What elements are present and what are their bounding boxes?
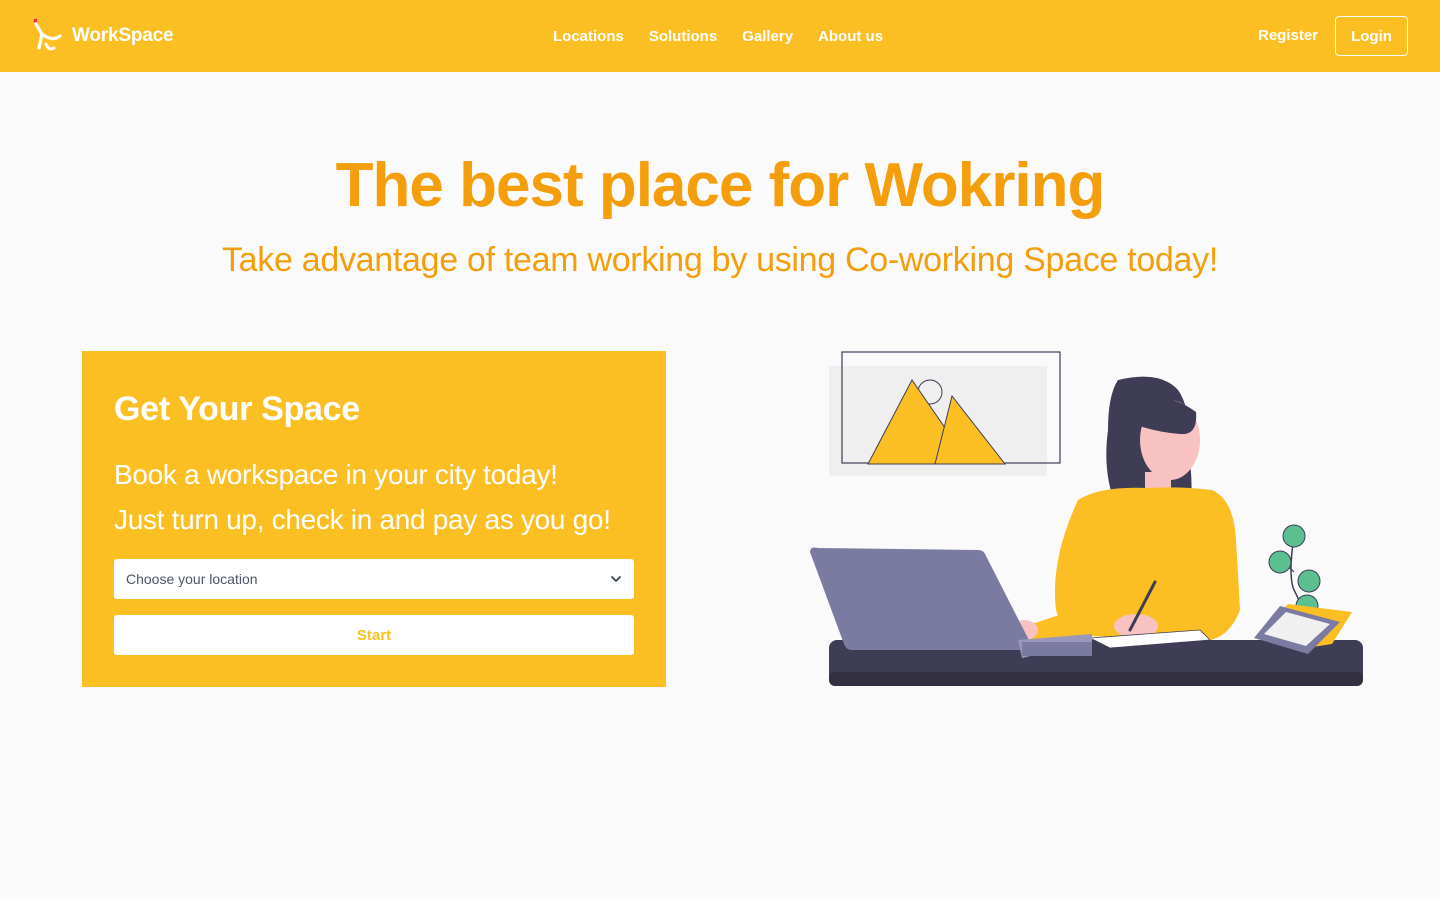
location-select-value: Choose your location (126, 571, 258, 587)
main-nav: Locations Solutions Gallery About us (553, 24, 883, 48)
card-description-line-2: Just turn up, check in and pay as you go… (114, 504, 611, 535)
hero-title: The best place for Wokring (335, 151, 1106, 220)
nav-link-locations[interactable]: Locations (553, 28, 624, 45)
laptop-illustration (810, 547, 1092, 658)
brand-logo-link[interactable]: WorkSpace (32, 18, 174, 54)
register-link[interactable]: Register (1258, 24, 1318, 48)
card-title: Get Your Space (114, 390, 360, 428)
login-button[interactable]: Login (1335, 16, 1408, 56)
wall-picture-illustration (829, 351, 1061, 476)
workspace-logo-icon (33, 18, 62, 51)
nav-link-solutions[interactable]: Solutions (649, 28, 717, 45)
woman-working-at-laptop-illustration (810, 351, 1363, 686)
chevron-down-icon (611, 576, 621, 582)
nav-link-gallery[interactable]: Gallery (742, 28, 793, 45)
location-select[interactable]: Choose your location (114, 559, 634, 599)
hero-subtitle: Take advantage of team working by using … (221, 241, 1218, 279)
start-button[interactable]: Start (114, 615, 634, 655)
card-description-line-1: Book a workspace in your city today! (114, 459, 558, 490)
nav-link-about-us[interactable]: About us (818, 28, 883, 45)
top-navbar: WorkSpace Locations Solutions Gallery Ab… (0, 0, 1440, 72)
booking-card: Get Your Space Book a workspace in your … (82, 351, 666, 687)
brand-name: WorkSpace (72, 25, 174, 46)
